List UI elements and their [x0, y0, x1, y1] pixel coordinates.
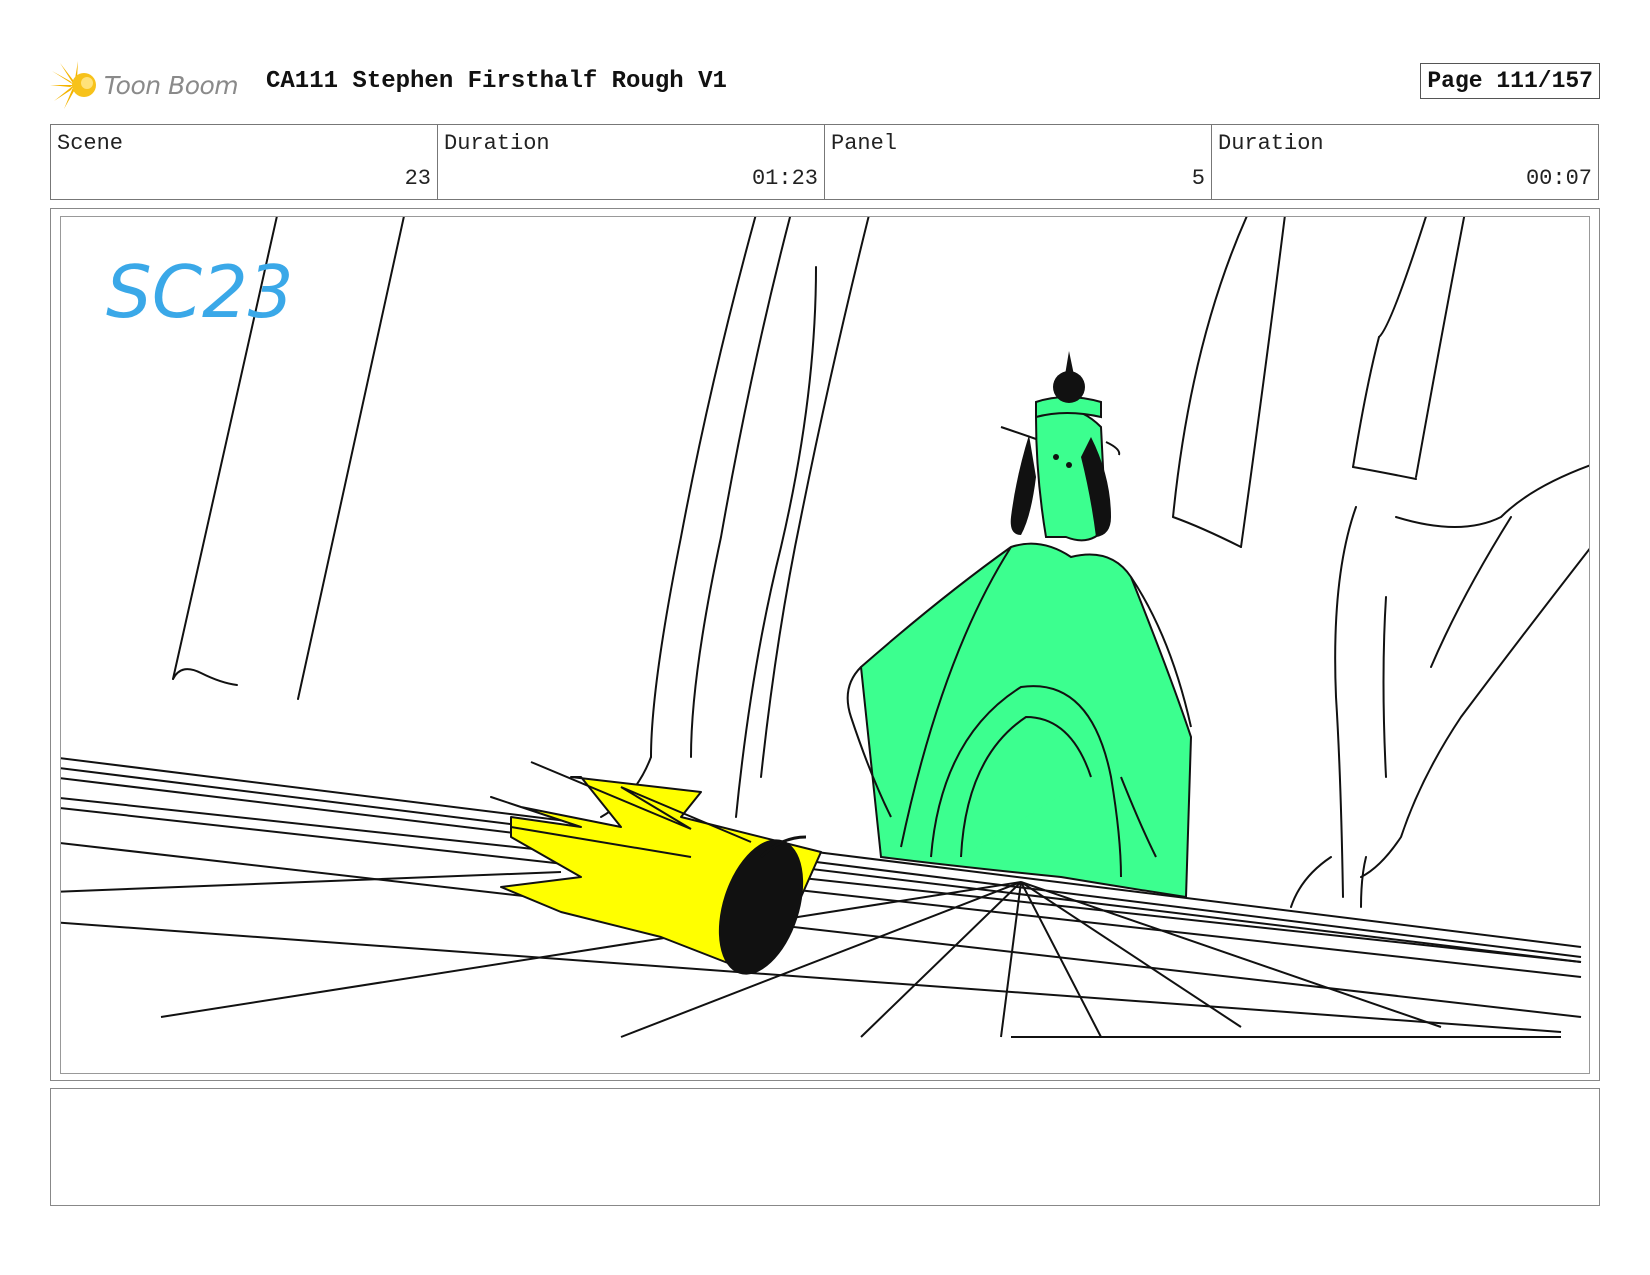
logo-text: Toon Boom — [104, 70, 239, 100]
starburst-icon — [50, 61, 96, 109]
scene-info-table: Scene 23 Duration 01:23 Panel 5 Duration… — [50, 124, 1599, 200]
panel-value: 5 — [1191, 166, 1205, 191]
document-title: CA111 Stephen Firsthalf Rough V1 — [266, 68, 727, 95]
floor-lines — [61, 757, 1582, 1038]
page-indicator: Page 111/157 — [1420, 63, 1600, 99]
panel-duration-value: 00:07 — [1525, 166, 1592, 191]
scene-duration-cell: Duration 01:23 — [438, 125, 825, 199]
panel-duration-label: Duration — [1218, 131, 1324, 156]
scene-label: Scene — [57, 131, 124, 156]
panel-duration-cell: Duration 00:07 — [1212, 125, 1598, 199]
toon-boom-logo: Toon Boom — [50, 55, 239, 115]
green-figure-drawing — [846, 351, 1193, 899]
panel-notes-box — [50, 1088, 1600, 1206]
panel-cell: Panel 5 — [825, 125, 1212, 199]
scene-duration-label: Duration — [444, 131, 550, 156]
handwritten-scene-label: SC23 — [106, 250, 294, 334]
panel-label: Panel — [831, 131, 898, 156]
scene-cell: Scene 23 — [51, 125, 438, 199]
storyboard-header: Toon Boom CA111 Stephen Firsthalf Rough … — [50, 55, 1600, 115]
panel-sketch: SC23 — [61, 217, 1589, 1038]
panel-frame-inner: SC23 — [60, 216, 1590, 1074]
scene-duration-value: 01:23 — [751, 166, 818, 191]
scene-value: 23 — [404, 166, 431, 191]
